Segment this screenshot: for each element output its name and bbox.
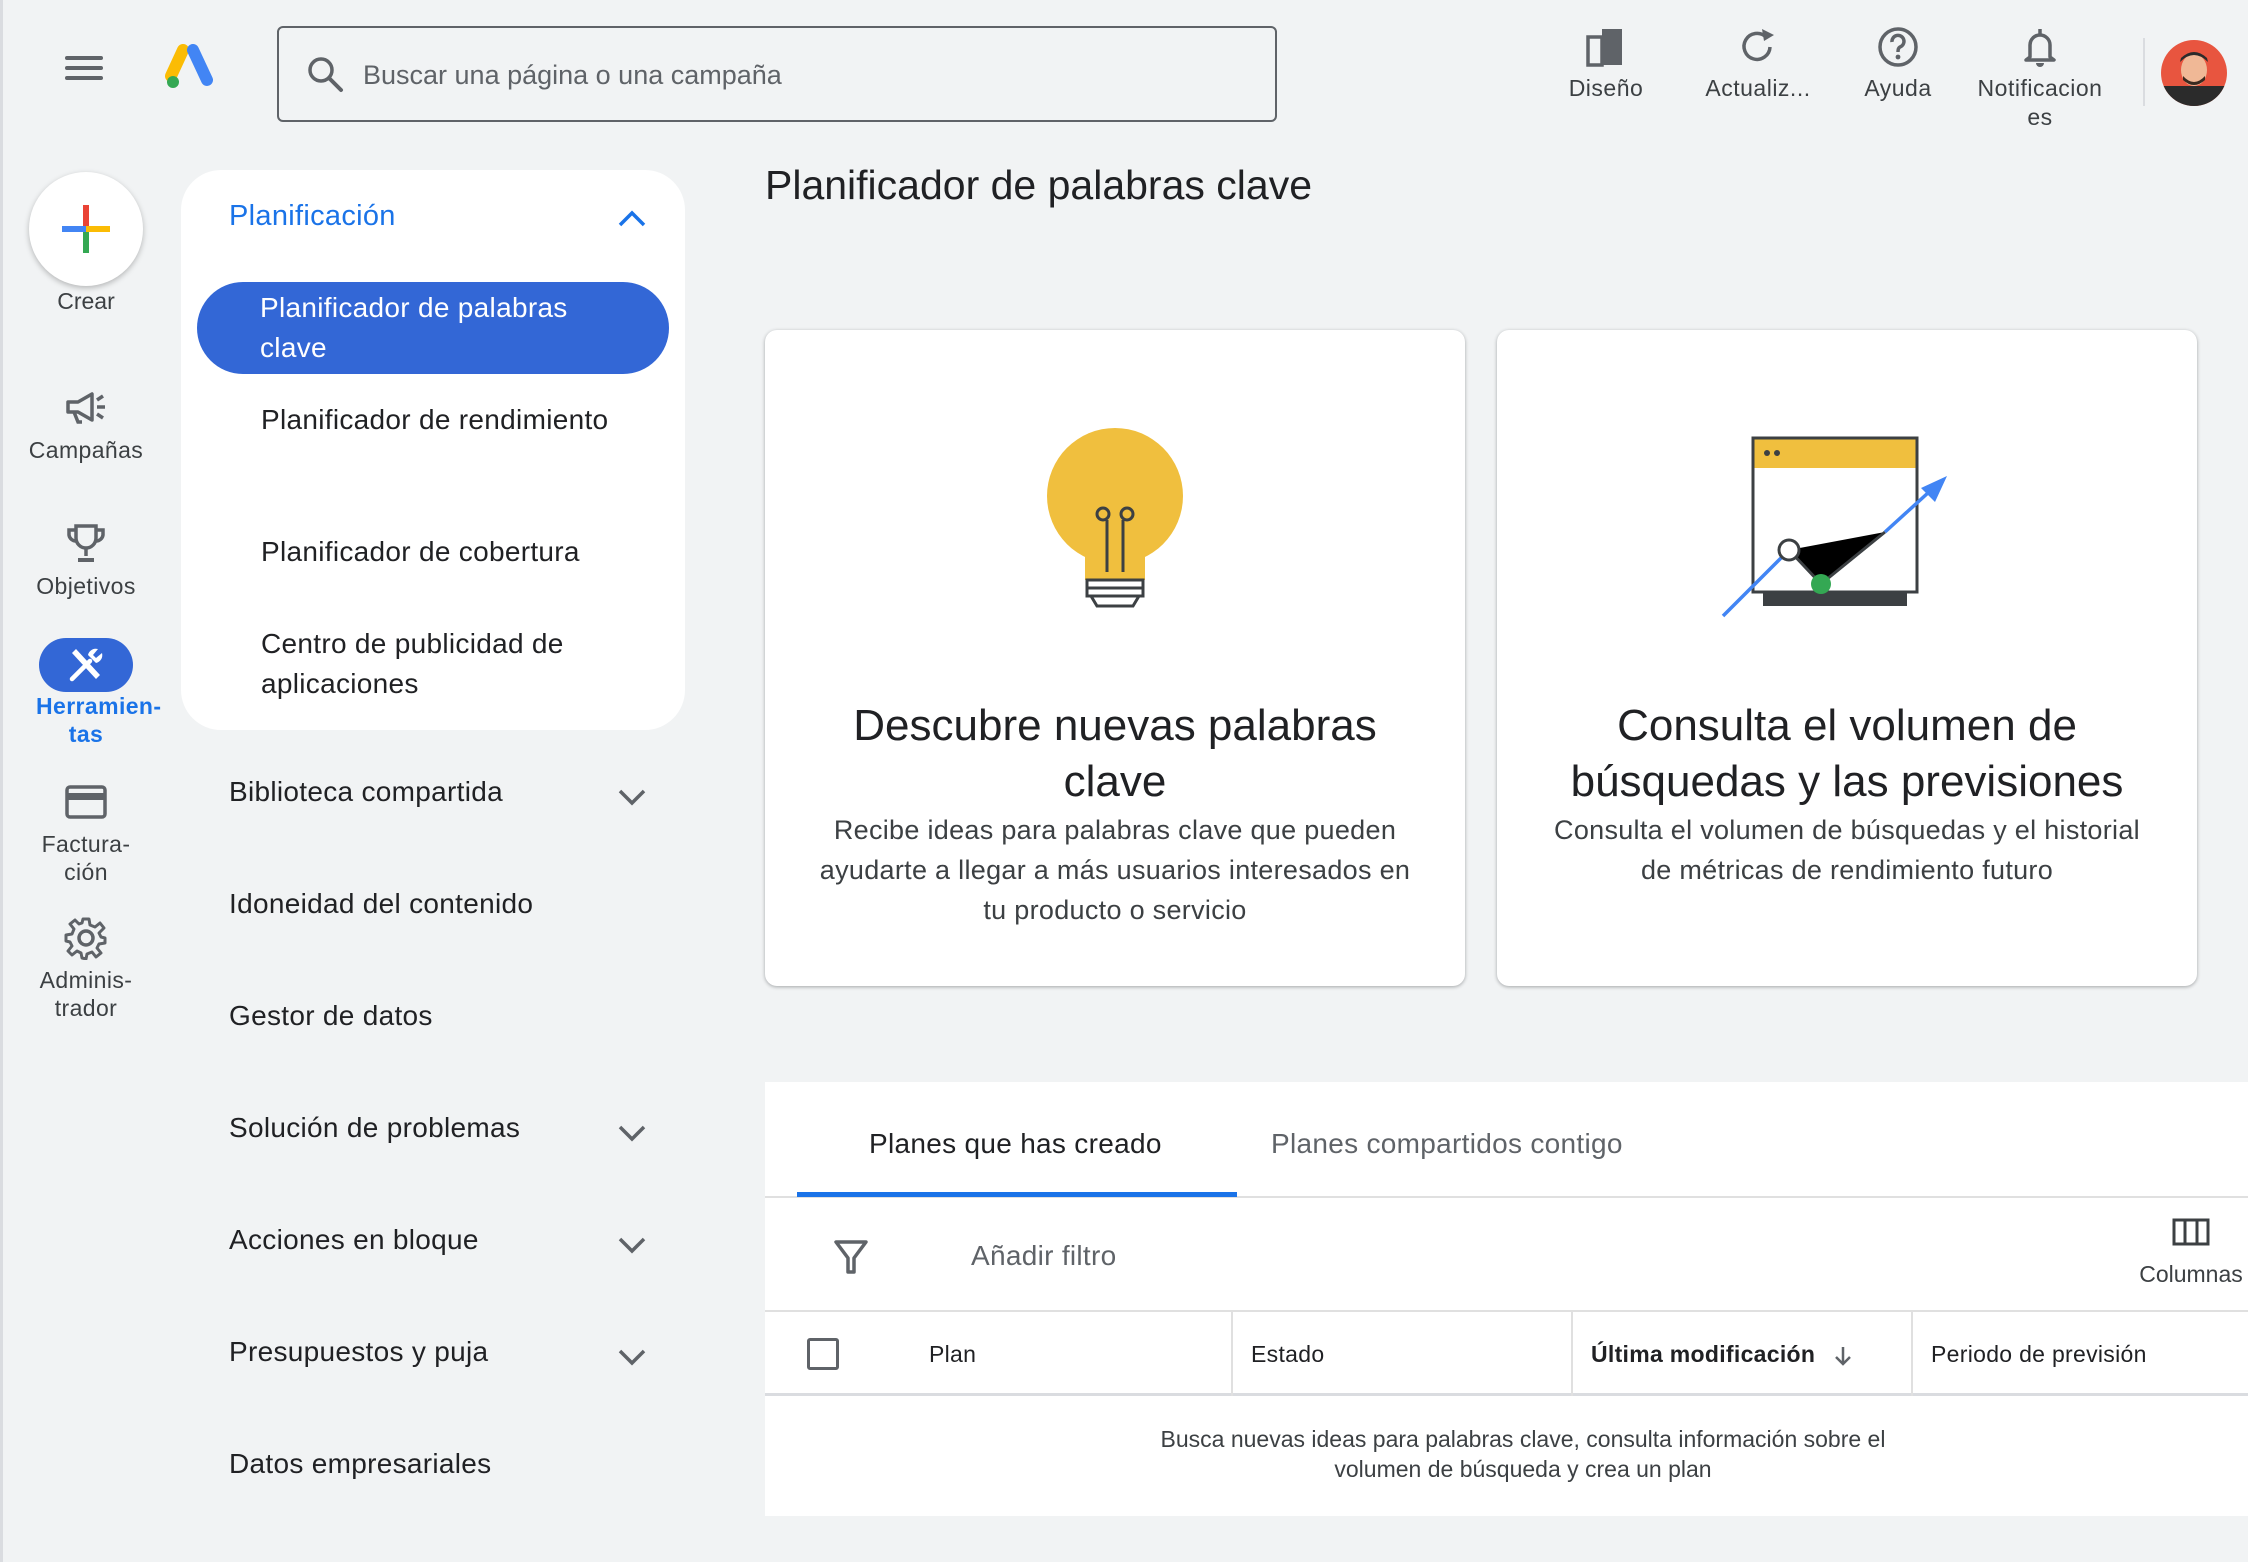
page-title: Planificador de palabras clave	[765, 162, 1312, 208]
menu-icon[interactable]	[55, 50, 115, 100]
nav-group-budgets-bidding[interactable]: Presupuestos y puja	[229, 1336, 649, 1380]
rail-item-tools[interactable]: Herramien-tas	[13, 638, 162, 748]
nav-group-label: Datos empresariales	[229, 1448, 492, 1479]
nav-item-keyword-planner[interactable]: Planificador de palabras clave	[197, 282, 669, 374]
create-button[interactable]	[29, 172, 143, 286]
column-header-forecast-period[interactable]: Periodo de previsión	[1913, 1312, 2248, 1396]
notifications-button[interactable]: Notificacion es	[1965, 20, 2115, 132]
plans-panel: Planes que has creado Planes compartidos…	[765, 1082, 2248, 1516]
nav-group-troubleshooting[interactable]: Solución de problemas	[229, 1112, 649, 1156]
arrow-down-icon	[1835, 1346, 1851, 1366]
chevron-up-icon	[618, 210, 646, 227]
column-header-label: Última modificación	[1591, 1341, 1816, 1367]
chevron-down-icon	[618, 1349, 646, 1366]
columns-button[interactable]: Columnas	[2131, 1218, 2248, 1288]
plus-icon	[62, 205, 110, 253]
refresh-icon	[1742, 29, 1774, 62]
lightbulb-icon	[1047, 428, 1183, 608]
discover-keywords-card[interactable]: Descubre nuevas palabras clave Recibe id…	[765, 330, 1465, 986]
chevron-down-icon	[618, 1237, 646, 1254]
nav-section-planning[interactable]: Planificación	[229, 200, 649, 240]
help-button[interactable]: Ayuda	[1823, 20, 1973, 103]
megaphone-icon	[66, 392, 105, 424]
rail-item-admin[interactable]: Adminis-trador	[13, 910, 159, 1022]
notifications-label: Notificacion es	[1977, 75, 2103, 130]
rail-label-campaigns: Campañas	[28, 437, 144, 463]
create-label: Crear	[57, 288, 115, 314]
tools-icon	[69, 648, 103, 682]
filter-row: Añadir filtro Columnas	[765, 1200, 2248, 1312]
nav-group-business-data[interactable]: Datos empresariales	[229, 1448, 649, 1492]
chevron-down-icon	[618, 1125, 646, 1142]
bell-icon	[2024, 29, 2056, 67]
nav-group-content-suitability[interactable]: Idoneidad del contenido	[229, 888, 649, 932]
nav-section-title: Planificación	[229, 200, 396, 232]
card-title: Descubre nuevas palabras clave	[853, 701, 1377, 806]
nav-group-shared-library[interactable]: Biblioteca compartida	[229, 776, 649, 820]
top-bar: Diseño Actualiz... Ayuda	[3, 0, 2248, 150]
column-header-plan[interactable]: Plan	[765, 1312, 1233, 1396]
rail-item-billing[interactable]: Factura-ción	[13, 774, 159, 886]
column-header-last-modified[interactable]: Última modificación	[1573, 1312, 1913, 1396]
chart-window-icon	[1721, 436, 1947, 618]
search-box[interactable]	[277, 26, 1277, 122]
design-label: Diseño	[1568, 75, 1644, 101]
chevron-down-icon	[618, 789, 646, 806]
nav-item-performance-planner[interactable]: Planificador de rendimiento	[197, 400, 669, 440]
nav-item-app-advertising-hub[interactable]: Centro de publicidad de aplicaciones	[197, 624, 669, 704]
active-tab-indicator	[797, 1192, 1237, 1197]
card-description: Consulta el volumen de búsquedas y el hi…	[1554, 815, 2140, 885]
search-icon	[308, 57, 343, 92]
nav-group-data-manager[interactable]: Gestor de datos	[229, 1000, 649, 1044]
column-header-status[interactable]: Estado	[1233, 1312, 1573, 1396]
search-volume-forecast-card[interactable]: Consulta el volumen de búsquedas y las p…	[1497, 330, 2197, 986]
rail-label-goals: Objetivos	[36, 573, 136, 599]
nav-group-label: Solución de problemas	[229, 1112, 521, 1143]
card-description: Recibe ideas para palabras clave que pue…	[819, 815, 1411, 925]
nav-group-label: Idoneidad del contenido	[229, 888, 534, 919]
design-button[interactable]: Diseño	[1531, 20, 1681, 103]
filter-icon[interactable]	[833, 1238, 869, 1276]
columns-label: Columnas	[2139, 1261, 2243, 1287]
google-ads-logo	[165, 44, 213, 88]
help-icon	[1878, 27, 1918, 67]
nav-group-bulk-actions[interactable]: Acciones en bloque	[229, 1224, 649, 1268]
tab-my-plans[interactable]: Planes que has creado	[869, 1128, 1162, 1160]
avatar[interactable]	[2161, 40, 2227, 106]
nav-group-label: Presupuestos y puja	[229, 1336, 489, 1367]
plans-tabs: Planes que has creado Planes compartidos…	[765, 1082, 2248, 1198]
add-filter-button[interactable]: Añadir filtro	[971, 1240, 1117, 1272]
app-frame: Diseño Actualiz... Ayuda	[0, 0, 2248, 1562]
rail-label-admin: Adminis-trador	[39, 967, 133, 1021]
gear-icon	[64, 917, 107, 960]
columns-icon	[2172, 1218, 2210, 1246]
rail-label-tools: Herramien-tas	[36, 693, 162, 747]
nav-group-label: Gestor de datos	[229, 1000, 433, 1031]
credit-card-icon	[65, 785, 107, 819]
refresh-label: Actualiz...	[1705, 75, 1811, 101]
search-input[interactable]	[363, 48, 1243, 102]
help-label: Ayuda	[1864, 75, 1932, 101]
empty-table-message: Busca nuevas ideas para palabras clave, …	[1160, 1426, 1886, 1482]
rail-label-billing: Factura-ción	[41, 831, 131, 885]
nav-group-label: Biblioteca compartida	[229, 776, 503, 807]
design-icon	[1586, 29, 1622, 67]
rail-item-goals[interactable]: Objetivos	[13, 516, 159, 600]
toolbar-divider	[2143, 38, 2145, 106]
refresh-button[interactable]: Actualiz...	[1683, 20, 1833, 103]
card-title: Consulta el volumen de búsquedas y las p…	[1570, 701, 2124, 806]
nav-item-reach-planner[interactable]: Planificador de cobertura	[197, 532, 669, 572]
table-header: Plan Estado Última modificación Periodo …	[765, 1312, 2248, 1396]
nav-group-label: Acciones en bloque	[229, 1224, 479, 1255]
trophy-icon	[67, 524, 105, 562]
rail-item-campaigns[interactable]: Campañas	[13, 380, 159, 464]
tab-shared-plans[interactable]: Planes compartidos contigo	[1271, 1128, 1623, 1160]
